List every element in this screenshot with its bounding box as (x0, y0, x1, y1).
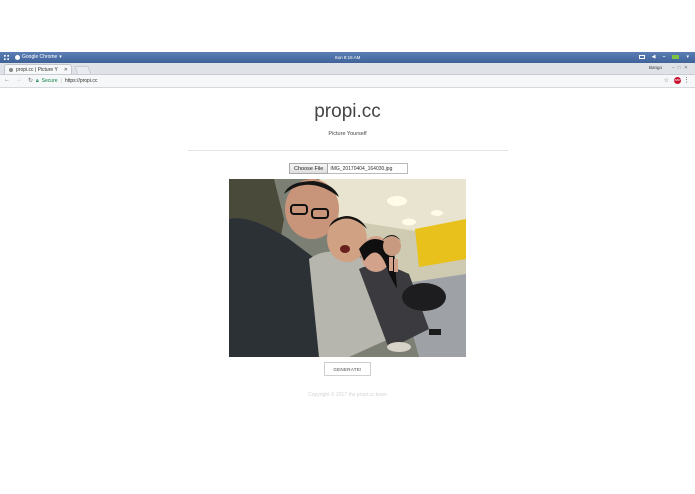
divider (188, 150, 508, 151)
file-input[interactable]: Choose File IMG_20170404_164030.jpg (289, 163, 409, 174)
tab-propi[interactable]: propi.cc | Picture Y ✕ (4, 64, 72, 74)
profile-button[interactable]: Bango (649, 65, 662, 70)
generate-button[interactable]: GENERATE! (324, 362, 371, 376)
network-icon[interactable]: ⌁ (662, 54, 665, 60)
volume-icon[interactable]: ◀ (652, 54, 656, 60)
os-top-bar: Google Chrome ▾ Sun 8:16 AM ◀ ⌁ ▾ (0, 52, 695, 63)
forward-icon[interactable]: → (16, 77, 22, 84)
omnibox[interactable]: 🔒︎ Secure | https://propi.cc (36, 78, 97, 84)
tab-bar: propi.cc | Picture Y ✕ Bango –□✕ (0, 63, 695, 75)
extension-icon[interactable]: ABP (674, 77, 681, 84)
choose-file-button[interactable]: Choose File (289, 163, 329, 174)
battery-icon[interactable] (672, 55, 680, 59)
bookmark-star-icon[interactable]: ☆ (664, 77, 669, 84)
page-title: propi.cc (314, 101, 381, 122)
url-separator: | (60, 78, 62, 84)
back-icon[interactable]: ← (4, 77, 10, 84)
url-text: https://propi.cc (64, 78, 98, 84)
close-tab-icon[interactable]: ✕ (64, 67, 68, 73)
power-menu-icon[interactable]: ▾ (686, 54, 689, 60)
photo-illustration (229, 179, 466, 357)
kebab-menu-icon[interactable]: ⋮ (683, 76, 690, 84)
lock-icon: 🔒︎ (36, 78, 39, 84)
footer-copyright: Copyright © 2017 the propi.cc team (308, 392, 387, 398)
new-tab-button[interactable] (74, 66, 92, 75)
favicon-icon (9, 67, 13, 72)
reload-icon[interactable]: ↻ (28, 77, 33, 84)
secure-label: Secure (41, 78, 58, 84)
page-subtitle: Picture Yourself (328, 131, 367, 137)
close-window-icon[interactable]: ✕ (684, 65, 691, 71)
uploaded-photo (229, 179, 466, 357)
display-icon[interactable] (638, 55, 645, 59)
clock[interactable]: Sun 8:16 AM (0, 55, 695, 60)
address-bar: ← → ↻ 🔒︎ Secure | https://propi.cc ☆ ABP… (0, 75, 695, 88)
tab-title: propi.cc | Picture Y (16, 66, 58, 73)
file-name: IMG_20170404_164030.jpg (328, 163, 409, 174)
window-controls: –□✕ (672, 65, 691, 71)
